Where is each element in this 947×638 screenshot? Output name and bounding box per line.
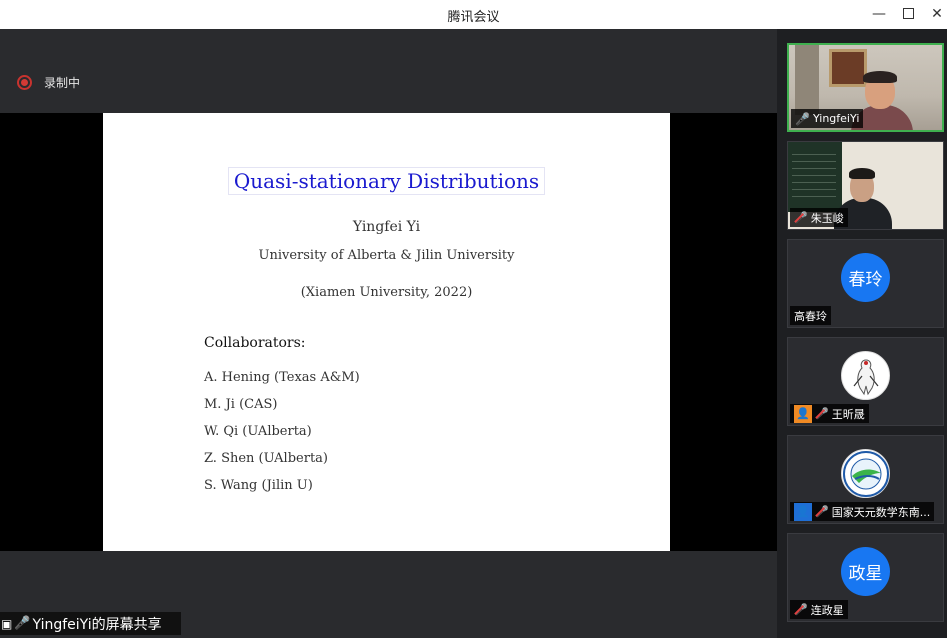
screen-share-icon: ▣ [1,616,13,631]
screen-share-label: YingfeiYi的屏幕共享 [32,616,162,633]
collaborators-list: A. Hening (Texas A&M) M. Ji (CAS) W. Qi … [204,369,360,504]
minimize-button[interactable]: — [868,4,890,24]
screen-share-tag[interactable]: ▣ 🎤 YingfeiYi的屏幕共享 [0,612,181,635]
user-icon: 👤 [794,404,812,423]
slide-author: Yingfei Yi [352,219,421,235]
mic-on-icon: 🎤 [795,111,810,126]
collaborator-item: A. Hening (Texas A&M) [204,370,360,385]
collaborator-item: M. Ji (CAS) [204,397,278,412]
maximize-icon [902,8,914,19]
minimize-icon: — [872,6,886,22]
participant-tile-wangxinsheng[interactable]: 👤 🎤 王昕晟 [787,337,944,426]
participant-name-tag: 🎤 YingfeiYi [791,109,864,128]
recording-label: 录制中 [44,76,81,90]
avatar: 春玲 [841,253,890,302]
user-icon: 👤 [794,502,812,521]
avatar: 政星 [841,547,890,596]
participant-name: 连政星 [810,603,844,617]
participant-name: 高春玲 [794,309,827,323]
slide-venue: (Xiamen University, 2022) [300,285,473,300]
mic-muted-icon: 🎤 [794,603,808,616]
crane-logo-icon [853,358,878,395]
tianyuan-logo-icon [842,450,889,497]
collaborator-item: Z. Shen (UAlberta) [204,451,328,466]
participant-name-tag: 🎤 朱玉峻 [790,208,848,227]
slide-title: Quasi-stationary Distributions [103,167,670,195]
participant-name: 国家天元数学东南... [831,505,931,519]
participant-name-tag: 🎤 连政星 [790,600,848,619]
participant-name-tag: 高春玲 [790,306,831,325]
maximize-button[interactable] [897,4,919,24]
record-icon [17,75,32,90]
participant-name: YingfeiYi [812,112,860,125]
participant-tile-zhuyujun[interactable]: 🎤 朱玉峻 [787,141,944,230]
collaborators-heading: Collaborators: [204,335,306,351]
mic-muted-icon: 🎤 [815,505,829,518]
collaborator-item: S. Wang (Jilin U) [204,478,313,493]
title-bar: 腾讯会议 — ✕ [0,0,947,29]
participant-name: 朱玉峻 [810,211,844,225]
participant-panel: 🎤 YingfeiYi 🎤 朱玉峻 春玲 高春玲 👤 🎤 王昕晟 👤 🎤 国家天… [777,29,947,638]
participant-name-tag: 👤 🎤 国家天元数学东南... [790,502,935,521]
avatar [841,449,890,498]
close-icon: ✕ [931,6,943,22]
participant-tile-lianzhengxing[interactable]: 政星 🎤 连政星 [787,533,944,622]
participant-name-tag: 👤 🎤 王昕晟 [790,404,869,423]
mic-muted-icon: 🎤 [815,407,829,420]
slide-affiliation: University of Alberta & Jilin University [258,248,515,263]
participant-name: 王昕晟 [831,407,865,421]
participant-tile-gaochunling[interactable]: 春玲 高春玲 [787,239,944,328]
recording-indicator[interactable]: 录制中 [17,74,80,91]
window-title: 腾讯会议 [447,10,500,25]
collaborator-item: W. Qi (UAlberta) [204,424,312,439]
shared-slide: Quasi-stationary Distributions Yingfei Y… [103,113,670,551]
main-stage: 录制中 Quasi-stationary Distributions Yingf… [0,29,777,638]
avatar [841,351,890,400]
mic-muted-icon: 🎤 [794,211,808,224]
participant-tile-tianyuan[interactable]: 👤 🎤 国家天元数学东南... [787,435,944,524]
participant-tile-yingfeiyi[interactable]: 🎤 YingfeiYi [787,43,944,132]
close-button[interactable]: ✕ [926,4,947,24]
mic-on-icon: 🎤 [14,616,31,631]
